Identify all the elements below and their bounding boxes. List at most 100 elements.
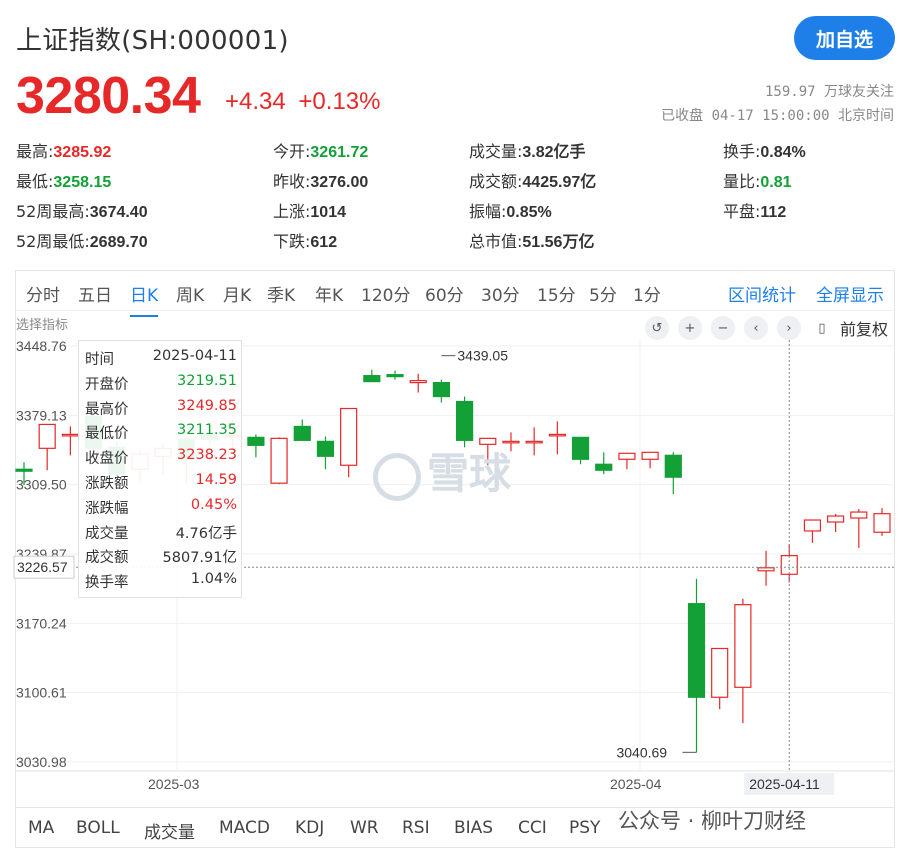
tab-period[interactable]: 年K: [315, 281, 343, 306]
tab-indicator[interactable]: KDJ: [295, 818, 324, 838]
tab-period[interactable]: 15分: [537, 281, 576, 306]
tab-period[interactable]: 日K: [130, 281, 159, 317]
stat-label: 振幅:: [469, 202, 507, 221]
stat-item: 最低:3258.15: [16, 168, 111, 192]
stat-value: 3674.40: [89, 204, 148, 221]
tooltip-row: 涨跌额 14.59: [85, 472, 237, 496]
stat-label: 成交量:: [469, 142, 523, 161]
tooltip-label: 最高价: [85, 401, 129, 418]
stat-value: 0.84%: [760, 144, 806, 161]
stat-label: 平盘:: [723, 202, 761, 221]
tooltip-row: 涨跌幅 0.45%: [85, 497, 237, 521]
tab-period[interactable]: 五日: [78, 281, 112, 306]
price-change: +4.34 +0.13%: [225, 88, 386, 116]
stat-item: 平盘:112: [723, 198, 786, 222]
stat-item: 今开:3261.72: [273, 138, 368, 162]
stat-item: 总市值:51.56万亿: [469, 228, 594, 252]
tab-indicator[interactable]: BIAS: [454, 818, 493, 838]
chart-toolbar: ↺ + − ‹ › ▯: [645, 316, 834, 340]
tooltip-row: 收盘价 3238.23: [85, 447, 237, 471]
add-to-watchlist-button[interactable]: 加自选: [794, 16, 895, 60]
tooltip-label: 时间: [85, 352, 114, 368]
tab-indicator[interactable]: CCI: [518, 818, 547, 838]
tab-indicator[interactable]: WR: [350, 818, 379, 838]
current-price: 3280.34: [16, 67, 201, 125]
stat-label: 下跌:: [273, 232, 311, 251]
stat-item: 52周最低:2689.70: [16, 228, 148, 252]
tab-period[interactable]: 5分: [589, 281, 617, 306]
tab-indicator[interactable]: RSI: [402, 818, 430, 838]
tooltip-label: 最低价: [85, 426, 129, 443]
followers-count: 159.97 万球友关注: [764, 84, 894, 100]
stat-value: 4425.97亿: [522, 174, 597, 191]
stat-item: 量比:0.81: [723, 168, 792, 192]
stat-value: 112: [760, 204, 787, 221]
tab-period[interactable]: 季K: [267, 281, 295, 306]
tab-period[interactable]: 120分: [361, 281, 410, 306]
tab-indicator[interactable]: 成交量: [144, 818, 195, 843]
stat-value: 2689.70: [89, 234, 148, 251]
stat-value: 0.81: [760, 174, 792, 191]
stat-value: 3285.92: [53, 144, 112, 161]
tooltip-value: 14.59: [195, 472, 237, 488]
tooltip-value: 5807.91亿: [162, 550, 237, 567]
tooltip-value: 4.76亿手: [175, 525, 237, 542]
tooltip-row: 最低价 3211.35: [85, 422, 237, 446]
stat-label: 最高:: [16, 142, 54, 161]
stat-item: 下跌:612: [273, 228, 337, 252]
tooltip-value: 1.04%: [190, 571, 237, 588]
tooltip-label: 成交额: [85, 550, 129, 567]
scroll-right-icon[interactable]: ›: [777, 316, 801, 340]
zoom-out-icon[interactable]: −: [711, 316, 735, 340]
candle-tooltip: 时间 2025-04-11 开盘价 3219.51 最高价 3249.85 最低价 3211.…: [78, 340, 242, 598]
tooltip-row: 时间 2025-04-11: [85, 348, 237, 372]
stat-value: 0.85%: [506, 204, 552, 221]
tooltip-value: 0.45%: [190, 496, 237, 513]
stat-label: 昨收:: [273, 172, 311, 191]
tab-period[interactable]: 30分: [481, 281, 520, 306]
stat-label: 上涨:: [273, 202, 311, 221]
tab-period[interactable]: 周K: [176, 281, 204, 306]
stat-item: 振幅:0.85%: [469, 198, 552, 222]
change-value: +4.34: [225, 88, 286, 115]
stat-value: 51.56万亿: [522, 234, 595, 251]
quote-meta: 159.97 万球友关注 已收盘 04-17 15:00:00 北京时间: [661, 80, 894, 128]
fullscreen-link[interactable]: 全屏显示: [816, 281, 884, 306]
page-title: 上证指数(SH:000001): [16, 26, 289, 56]
tab-period[interactable]: 60分: [425, 281, 464, 306]
tooltip-row: 最高价 3249.85: [85, 398, 237, 422]
tooltip-label: 开盘价: [85, 376, 129, 393]
tooltip-value: 3249.85: [177, 397, 237, 414]
tab-indicator[interactable]: PSY: [569, 818, 600, 838]
stat-item: 上涨:1014: [273, 198, 346, 222]
change-percent: +0.13%: [298, 88, 381, 115]
indicator-select-label[interactable]: 选择指标: [16, 314, 68, 333]
tooltip-row: 开盘价 3219.51: [85, 373, 237, 397]
scroll-left-icon[interactable]: ‹: [744, 316, 768, 340]
stat-label: 换手:: [723, 142, 761, 161]
market-status: 已收盘 04-17 15:00:00 北京时间: [661, 108, 894, 124]
tooltip-row: 成交额 5807.91亿: [85, 546, 237, 570]
stat-item: 成交量:3.82亿手: [469, 138, 586, 162]
stat-label: 总市值:: [469, 232, 523, 251]
tooltip-label: 涨跌幅: [85, 500, 129, 517]
tooltip-label: 成交量: [85, 525, 129, 542]
range-stats-link[interactable]: 区间统计: [728, 281, 796, 306]
tab-period[interactable]: 月K: [223, 281, 251, 306]
tooltip-label: 换手率: [85, 575, 129, 592]
candle-style-icon[interactable]: ▯: [810, 316, 834, 340]
stat-item: 成交额:4425.97亿: [469, 168, 596, 192]
stat-label: 52周最高:: [16, 202, 90, 221]
zoom-in-icon[interactable]: +: [678, 316, 702, 340]
tooltip-value: 3211.35: [177, 422, 237, 439]
adjust-mode[interactable]: 前复权: [840, 316, 888, 340]
stat-value: 3261.72: [310, 144, 369, 161]
tab-period[interactable]: 分时: [26, 281, 60, 306]
tab-indicator[interactable]: MA: [28, 818, 54, 838]
tab-indicator[interactable]: MACD: [219, 818, 270, 838]
stat-item: 换手:0.84%: [723, 138, 806, 162]
reset-icon[interactable]: ↺: [645, 316, 669, 340]
tab-indicator[interactable]: BOLL: [76, 818, 120, 838]
tab-period[interactable]: 1分: [633, 281, 661, 306]
stat-item: 昨收:3276.00: [273, 168, 368, 192]
